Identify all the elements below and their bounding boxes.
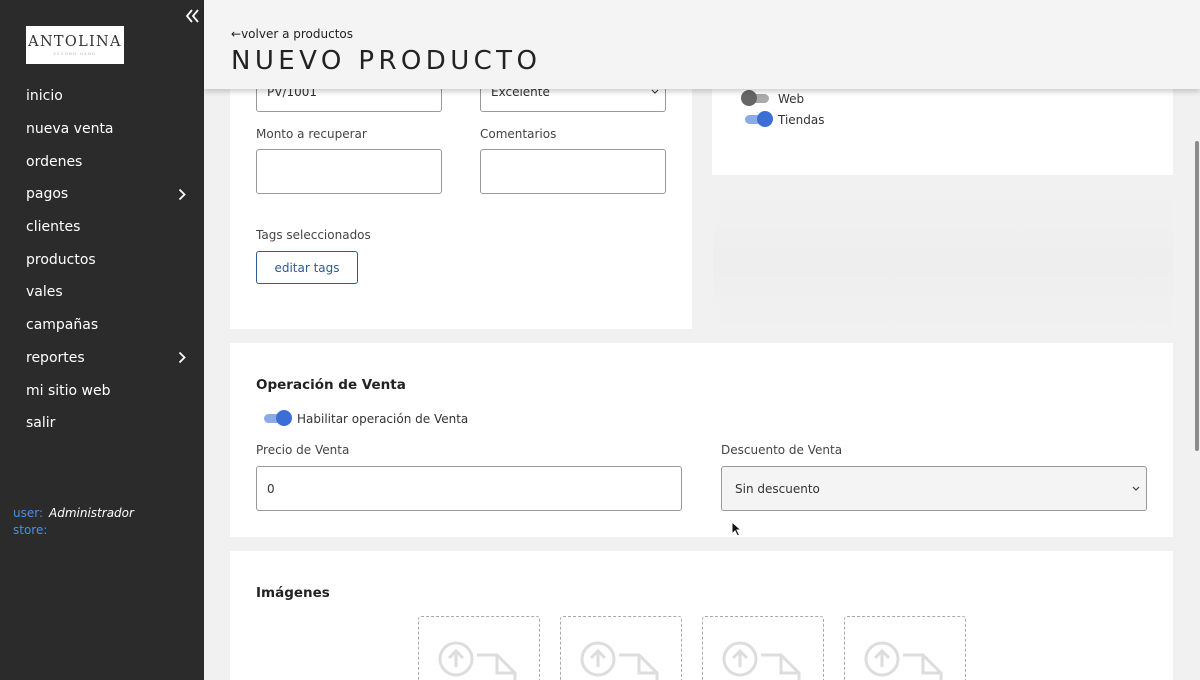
comentarios-input[interactable] xyxy=(480,149,666,194)
sidebar-item-label: vales xyxy=(26,284,63,301)
user-key: user: xyxy=(13,506,44,520)
arrow-left-icon: ← xyxy=(231,27,242,41)
back-link-label: volver a productos xyxy=(241,27,353,41)
image-upload-slot-3[interactable] xyxy=(702,616,824,680)
chevron-right-icon xyxy=(178,352,186,364)
tags-label: Tags seleccionados xyxy=(256,228,371,242)
page-title: NUEVO PRODUCTO xyxy=(231,46,542,76)
sidebar-item-label: ordenes xyxy=(26,153,83,170)
back-link[interactable]: ←volver a productos xyxy=(231,27,353,41)
upload-file-icon xyxy=(438,641,517,680)
logo-text: ANTOLINA xyxy=(28,34,122,50)
product-details-card: PV/1001 Excelente Monto a recuperar Come… xyxy=(230,60,692,329)
comentarios-label: Comentarios xyxy=(480,127,557,141)
price-input[interactable]: 0 xyxy=(256,466,682,511)
enable-sale-label: Habilitar operación de Venta xyxy=(297,412,469,426)
image-upload-slot-1[interactable] xyxy=(418,616,540,680)
monto-input[interactable] xyxy=(256,149,442,194)
sidebar-item-campañas[interactable]: campañas xyxy=(0,309,204,342)
chevron-right-icon xyxy=(178,188,186,201)
chevron-down-icon xyxy=(651,89,659,94)
edit-tags-button[interactable]: editar tags xyxy=(256,251,358,284)
faded-placeholder xyxy=(713,190,1173,335)
discount-select-value: Sin descuento xyxy=(735,481,820,496)
price-label: Precio de Venta xyxy=(256,443,350,457)
sidebar-item-label: productos xyxy=(26,251,96,268)
brand-logo[interactable]: ANTOLINA SECOND HAND xyxy=(26,26,124,64)
logo-subtext: SECOND HAND xyxy=(53,52,97,56)
sidebar-item-label: inicio xyxy=(26,88,63,105)
web-label: Web xyxy=(778,92,805,106)
sidebar-item-label: mi sitio web xyxy=(26,382,111,399)
upload-file-icon xyxy=(722,641,801,680)
sidebar-item-label: salir xyxy=(26,415,56,432)
store-key: store: xyxy=(13,523,48,537)
sidebar-item-mi-sitio-web[interactable]: mi sitio web xyxy=(0,374,204,407)
sidebar-item-productos[interactable]: productos xyxy=(0,243,204,276)
sidebar-item-inicio[interactable]: inicio xyxy=(0,80,204,113)
sidebar-item-pagos[interactable]: pagos xyxy=(0,178,204,211)
sidebar-item-label: campañas xyxy=(26,317,99,334)
sidebar-item-salir[interactable]: salir xyxy=(0,407,204,440)
scrollbar-thumb[interactable] xyxy=(1195,141,1199,451)
sale-operation-card: Operación de Venta Habilitar operación d… xyxy=(230,343,1173,537)
page-header: ←volver a productos NUEVO PRODUCTO xyxy=(204,0,1200,89)
sidebar-item-label: nueva venta xyxy=(26,121,114,138)
upload-file-icon xyxy=(864,641,943,680)
sidebar-item-vales[interactable]: vales xyxy=(0,276,204,309)
page-scrollbar[interactable] xyxy=(1194,89,1200,680)
tiendas-toggle[interactable] xyxy=(743,111,773,127)
tiendas-label: Tiendas xyxy=(778,113,825,127)
sidebar-item-reportes[interactable]: reportes xyxy=(0,342,204,375)
images-section-title: Imágenes xyxy=(256,585,330,601)
sidebar-item-label: clientes xyxy=(26,219,81,236)
price-input-value: 0 xyxy=(267,481,275,496)
upload-file-icon xyxy=(580,641,659,680)
enable-sale-toggle[interactable] xyxy=(262,410,292,426)
chevron-down-icon xyxy=(1132,486,1140,491)
discount-label: Descuento de Venta xyxy=(721,443,843,457)
image-upload-slot-2[interactable] xyxy=(560,616,682,680)
user-value: Administrador xyxy=(49,506,134,520)
monto-label: Monto a recuperar xyxy=(256,127,367,141)
sidebar-item-nueva-venta[interactable]: nueva venta xyxy=(0,113,204,146)
user-info: user: Administrador store: xyxy=(13,505,134,539)
sidebar-item-clientes[interactable]: clientes xyxy=(0,211,204,244)
discount-select[interactable]: Sin descuento xyxy=(721,466,1147,511)
sidebar-item-label: pagos xyxy=(26,186,69,203)
sidebar-nav: inicio nueva venta ordenes pagos clientes pro… xyxy=(0,80,204,440)
sidebar-item-ordenes[interactable]: ordenes xyxy=(0,145,204,178)
sidebar: ANTOLINA SECOND HAND inicio nueva venta or… xyxy=(0,0,204,680)
sale-section-title: Operación de Venta xyxy=(256,377,406,393)
image-upload-slot-4[interactable] xyxy=(844,616,966,680)
web-toggle[interactable] xyxy=(741,90,771,106)
sidebar-item-label: reportes xyxy=(26,349,85,366)
double-chevron-left-icon[interactable] xyxy=(184,6,200,26)
images-card: Imágenes xyxy=(230,551,1173,680)
mouse-cursor-icon xyxy=(731,521,743,537)
